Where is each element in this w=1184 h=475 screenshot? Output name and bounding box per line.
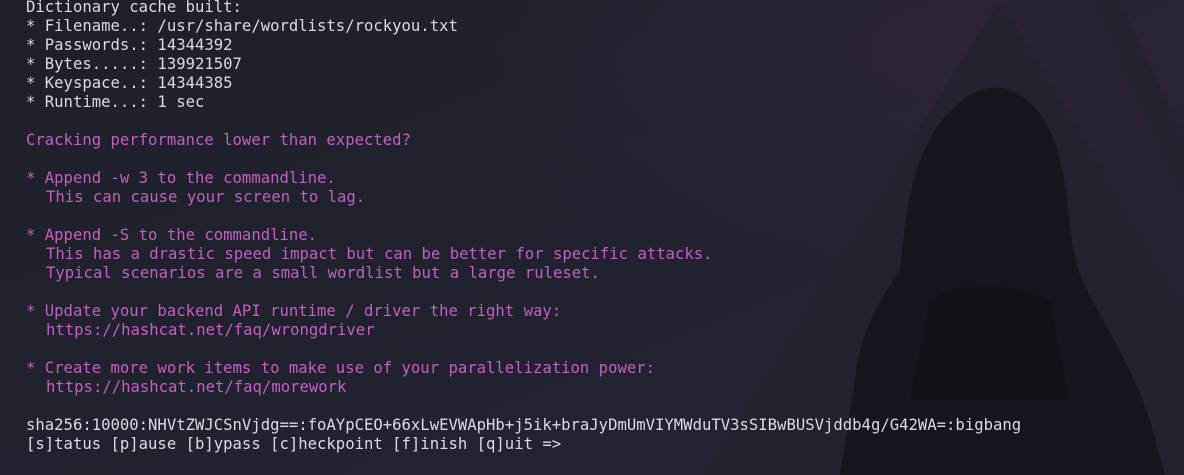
cache-keyspace: * Keyspace..: 14344385 — [26, 74, 233, 92]
tip-2-line: Typical scenarios are a small wordlist b… — [46, 264, 600, 282]
tip-1-head: * Append -w 3 to the commandline. — [26, 169, 336, 187]
wrongdriver-link[interactable]: https://hashcat.net/faq/wrongdriver — [26, 321, 1176, 340]
tip-3-head: * Update your backend API runtime / driv… — [26, 302, 562, 320]
tip-1-line: This can cause your screen to lag. — [46, 188, 366, 206]
command-prompt[interactable]: [s]tatus [p]ause [b]ypass [c]heckpoint [… — [26, 435, 1176, 454]
prompt-text: [s]tatus [p]ause [b]ypass [c]heckpoint [… — [26, 435, 562, 453]
cache-header: Dictionary cache built: — [26, 0, 242, 16]
morework-link[interactable]: https://hashcat.net/faq/morework — [26, 378, 1176, 397]
cache-bytes: * Bytes.....: 139921507 — [26, 55, 242, 73]
terminal-output: Dictionary cache built: * Filename..: /u… — [26, 0, 1176, 454]
tip-4-head: * Create more work items to make use of … — [26, 359, 656, 377]
tip-2-head: * Append -S to the commandline. — [26, 226, 318, 244]
warning-title: Cracking performance lower than expected… — [26, 131, 411, 149]
cracked-hash-result: sha256:10000:NHVtZWJCSnVjdg==:foAYpCEO+6… — [26, 416, 1022, 434]
cache-filename: * Filename..: /usr/share/wordlists/rocky… — [26, 17, 458, 35]
tip-2-line: This has a drastic speed impact but can … — [46, 245, 713, 263]
cache-runtime: * Runtime...: 1 sec — [26, 93, 205, 111]
cache-passwords: * Passwords.: 14344392 — [26, 36, 233, 54]
